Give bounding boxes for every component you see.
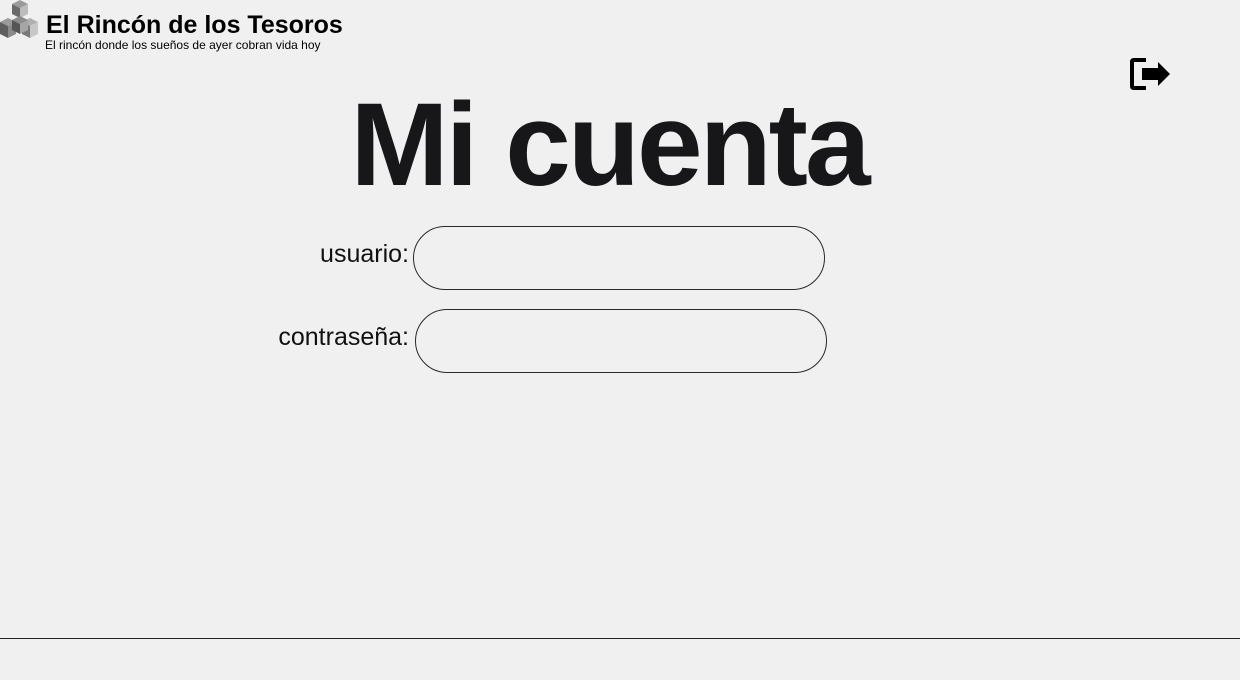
password-input[interactable] xyxy=(415,309,827,373)
brand-name: El Rincón de los Tesoros xyxy=(46,11,343,39)
username-label: usuario: xyxy=(320,240,409,268)
brand-tagline: El rincón donde los sueños de ayer cobra… xyxy=(45,38,321,52)
username-input[interactable] xyxy=(413,226,825,290)
cubes-logo-icon xyxy=(0,0,38,38)
password-label: contraseña: xyxy=(278,323,409,351)
footer-divider xyxy=(0,638,1240,639)
page-title: Mi cuenta xyxy=(350,79,870,211)
account-page: El Rincón de los Tesoros El rincón donde… xyxy=(0,0,1240,680)
